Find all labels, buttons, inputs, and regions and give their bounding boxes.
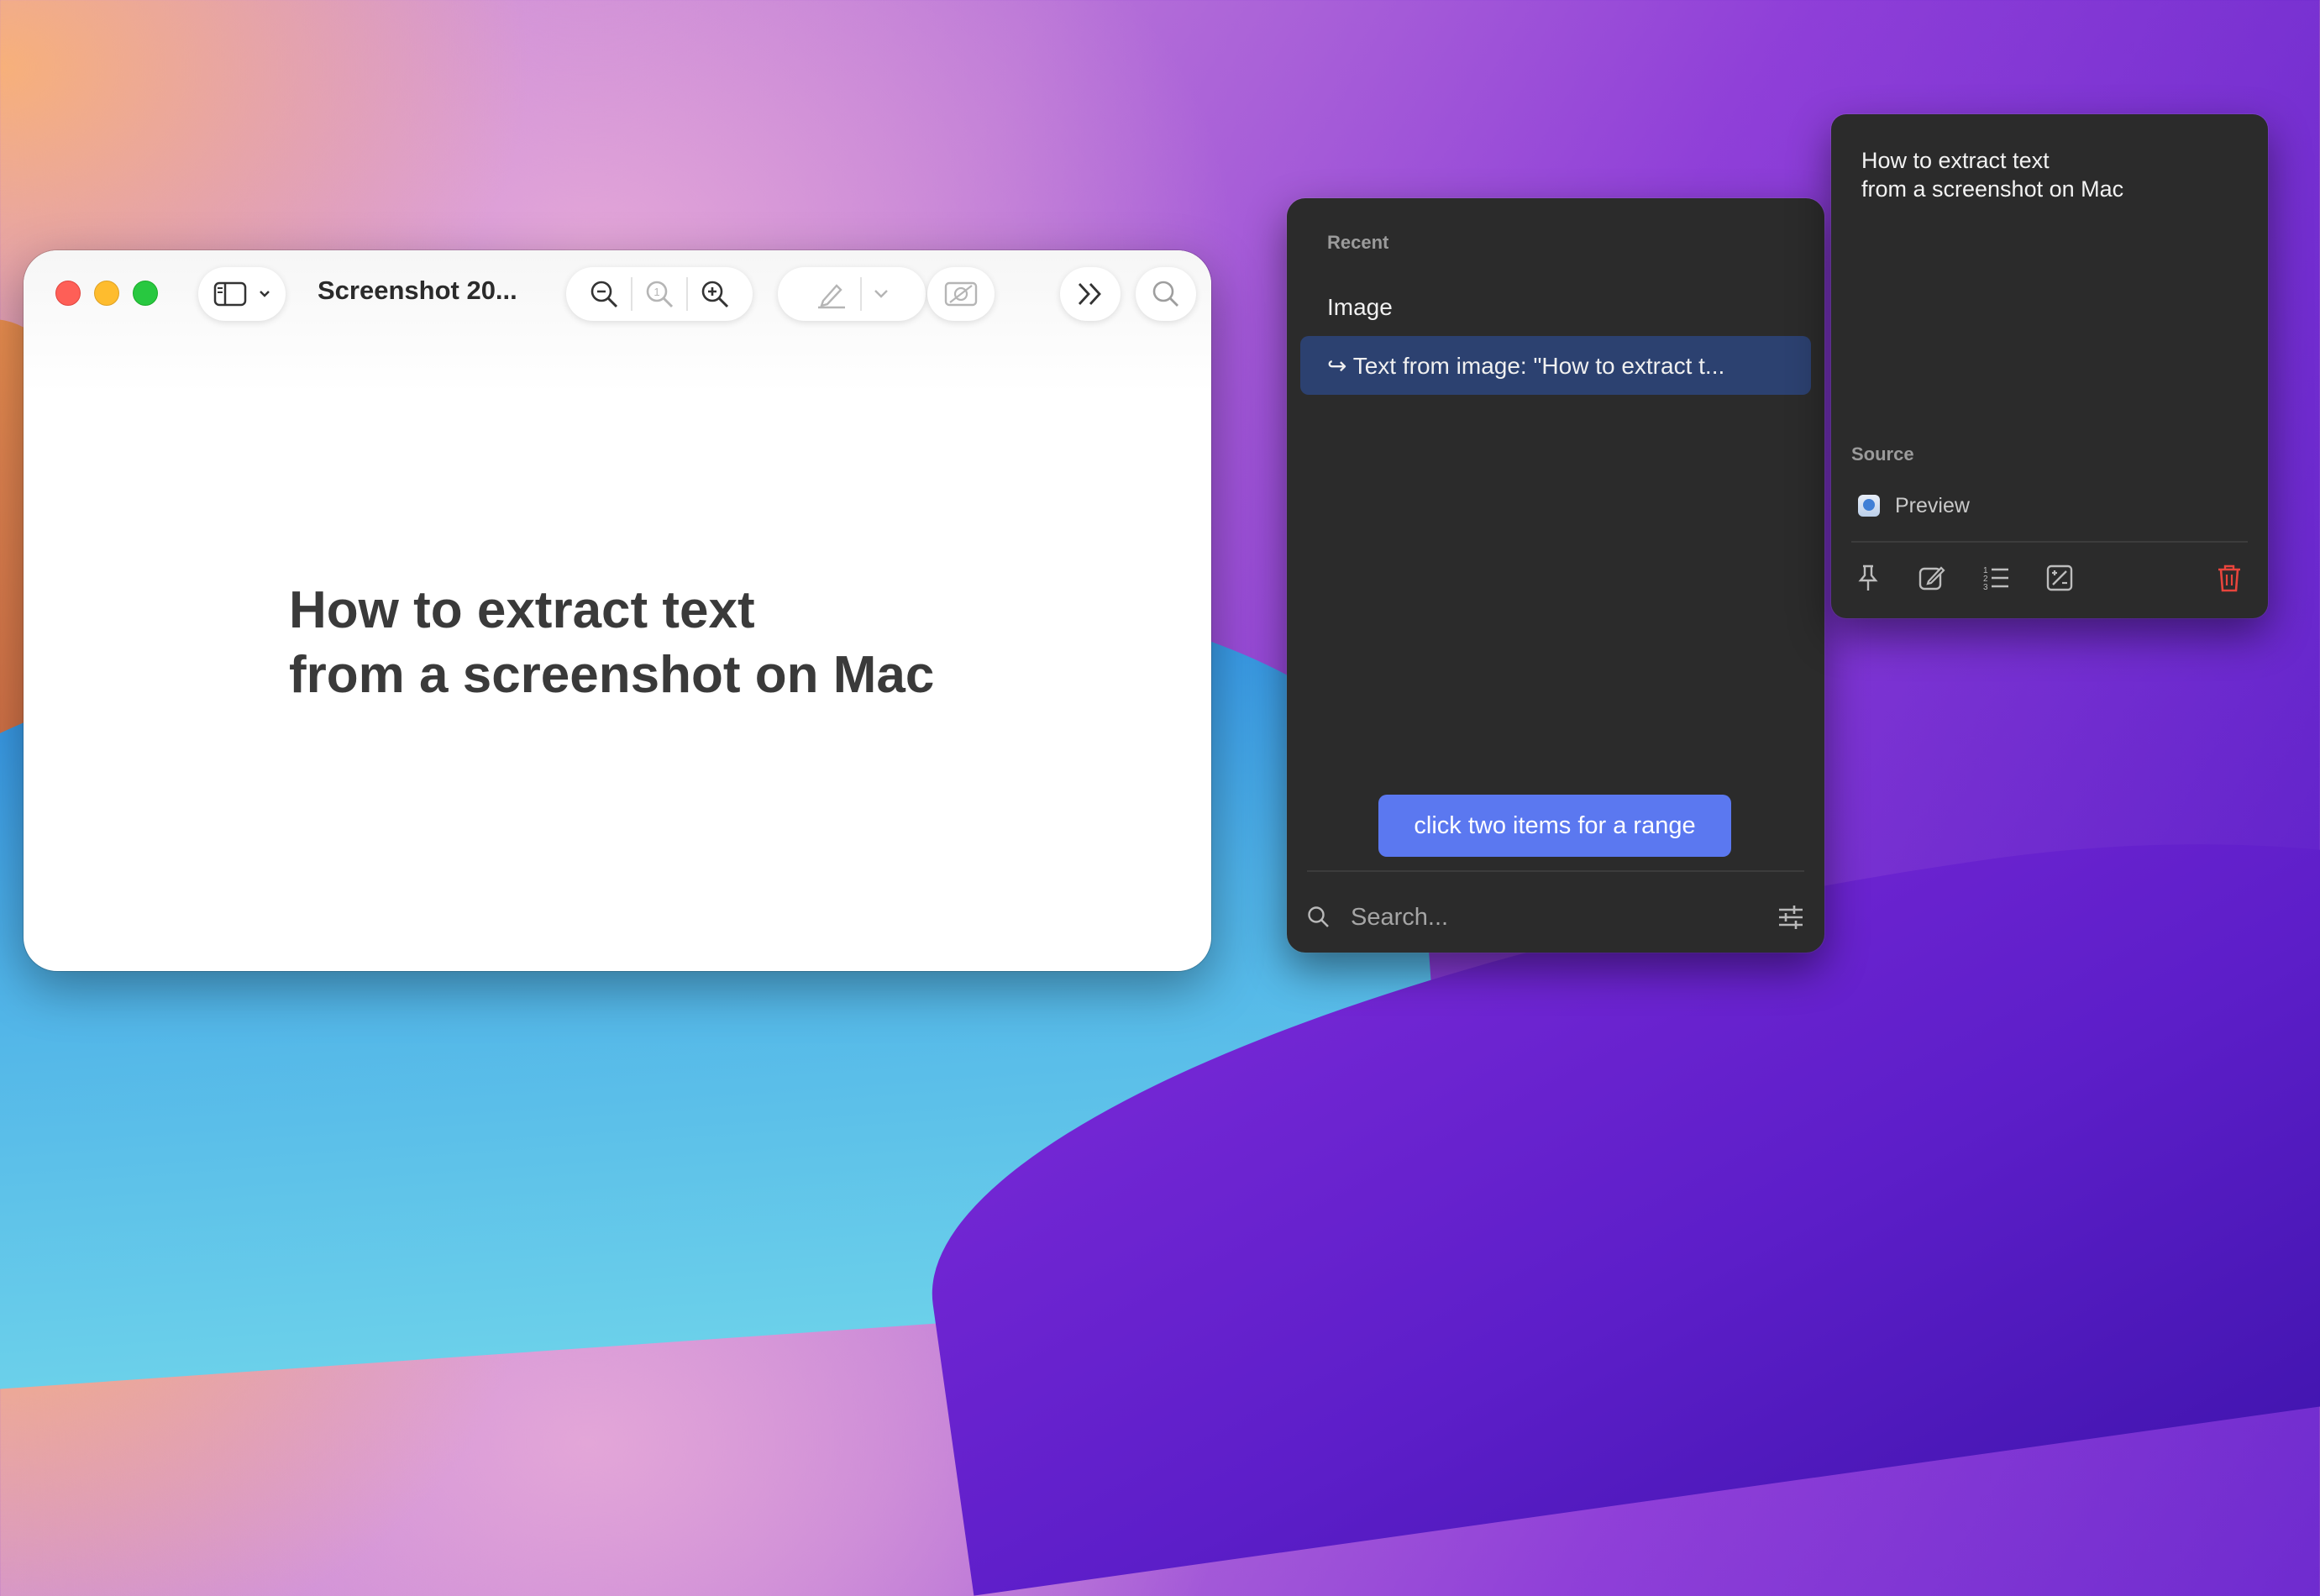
trash-icon bbox=[2218, 564, 2240, 592]
pin-button[interactable] bbox=[1850, 559, 1887, 596]
clipboard-item-label: ↪ Text from image: "How to extract t... bbox=[1327, 352, 1725, 379]
search-button[interactable] bbox=[1136, 267, 1196, 321]
preview-toolbar: Screenshot 20... 1 bbox=[24, 250, 1211, 393]
toolbar-separator bbox=[686, 277, 688, 311]
document-content: How to extract text from a screenshot on… bbox=[289, 578, 934, 707]
search-icon bbox=[1152, 281, 1178, 307]
actual-size-icon[interactable]: 1 bbox=[644, 279, 674, 309]
clipboard-item-label: Image bbox=[1327, 294, 1393, 320]
divider bbox=[1851, 541, 2248, 543]
source-label: Source bbox=[1851, 444, 1914, 465]
transform-icon bbox=[2046, 564, 2073, 591]
preview-window: Screenshot 20... 1 How to extract text f… bbox=[24, 250, 1211, 971]
source-app-name: Preview bbox=[1895, 493, 1970, 517]
detail-line: from a screenshot on Mac bbox=[1861, 176, 2124, 202]
document-line: from a screenshot on Mac bbox=[289, 646, 935, 704]
chevron-down-icon[interactable] bbox=[874, 289, 889, 299]
more-chevrons-icon bbox=[1078, 283, 1101, 305]
clipboard-history-panel: Recent Image ↪ Text from image: "How to … bbox=[1287, 198, 1824, 953]
transform-button[interactable] bbox=[2041, 559, 2078, 596]
minimize-window-button[interactable] bbox=[94, 281, 119, 306]
clipboard-detail-panel: How to extract text from a screenshot on… bbox=[1831, 114, 2268, 618]
preview-app-icon bbox=[1858, 495, 1880, 517]
svg-text:1: 1 bbox=[653, 286, 659, 298]
detail-preview-text: How to extract text from a screenshot on… bbox=[1861, 146, 2123, 203]
sidebar-icon bbox=[213, 281, 247, 307]
search-icon bbox=[1308, 906, 1329, 927]
zoom-in-icon[interactable] bbox=[700, 279, 730, 309]
document-line: How to extract text bbox=[289, 581, 755, 639]
close-window-button[interactable] bbox=[55, 281, 81, 306]
source-app: Preview bbox=[1858, 489, 1970, 522]
detail-actions: 123 bbox=[1831, 559, 2268, 601]
sidebar-toggle-button[interactable] bbox=[198, 267, 286, 321]
filter-settings-icon[interactable] bbox=[1777, 905, 1804, 930]
edit-icon bbox=[1918, 566, 1945, 591]
markup-pen-icon[interactable] bbox=[815, 279, 848, 309]
markup-controls bbox=[778, 267, 926, 321]
clipboard-item-text[interactable]: ↪ Text from image: "How to extract t... bbox=[1300, 336, 1811, 395]
range-hint-button[interactable]: click two items for a range bbox=[1378, 795, 1731, 857]
chevron-down-icon bbox=[260, 291, 270, 297]
toolbar-separator bbox=[860, 277, 862, 311]
zoom-out-icon[interactable] bbox=[589, 279, 619, 309]
clipboard-item-image[interactable]: Image bbox=[1300, 278, 1811, 337]
numbered-list-button[interactable]: 123 bbox=[1977, 559, 2014, 596]
numbered-list-icon: 123 bbox=[1983, 566, 2008, 591]
image-edit-button[interactable] bbox=[927, 267, 995, 321]
section-label-recent: Recent bbox=[1327, 232, 1389, 253]
delete-button[interactable] bbox=[2211, 559, 2248, 596]
pin-icon bbox=[1858, 564, 1878, 591]
edit-button[interactable] bbox=[1913, 559, 1950, 596]
more-tools-button[interactable] bbox=[1060, 267, 1121, 321]
zoom-window-button[interactable] bbox=[133, 281, 158, 306]
divider bbox=[1307, 870, 1804, 872]
svg-text:3: 3 bbox=[1983, 583, 1988, 591]
toolbar-separator bbox=[631, 277, 632, 311]
detail-line: How to extract text bbox=[1861, 148, 2050, 173]
document-title: Screenshot 20... bbox=[318, 276, 517, 305]
search-bar bbox=[1307, 892, 1804, 942]
zoom-controls: 1 bbox=[566, 267, 753, 321]
search-input[interactable] bbox=[1349, 902, 1777, 932]
image-edit-icon bbox=[944, 281, 978, 307]
